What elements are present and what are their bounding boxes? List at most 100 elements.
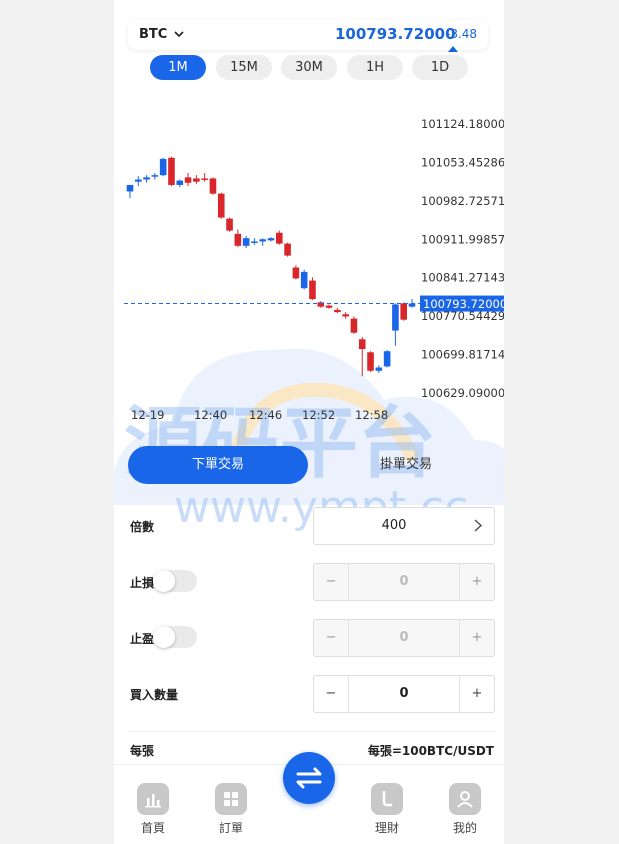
take-profit-value[interactable]: 0 — [348, 620, 460, 656]
candle-body — [143, 177, 150, 180]
candle-body — [259, 239, 267, 242]
interval-15m[interactable]: 15M — [216, 55, 272, 80]
x-tick-label: 12:58 — [355, 408, 388, 422]
quantity-minus-button[interactable]: − — [314, 676, 349, 712]
leverage-label: 倍數 — [130, 520, 155, 534]
quantity-value[interactable]: 0 — [348, 676, 460, 712]
tab-limit-order[interactable]: 掛單交易 — [318, 446, 494, 484]
candle-body — [267, 238, 275, 241]
y-tick-label: 100841.27143 — [421, 271, 504, 285]
stop-loss-toggle[interactable] — [153, 570, 197, 592]
candle-body — [176, 180, 184, 185]
candle-body — [201, 178, 208, 180]
interval-1m[interactable]: 1M — [150, 55, 206, 80]
candle-body — [234, 233, 242, 246]
quantity-stepper: − 0 + — [313, 675, 495, 713]
candle-body — [350, 318, 358, 333]
candle-body — [325, 305, 333, 308]
take-profit-row: 止盈 − 0 + — [130, 619, 495, 657]
candle-body — [400, 303, 408, 320]
candle-body — [334, 309, 341, 313]
x-tick-label: 12:40 — [194, 408, 227, 422]
y-tick-label: 100982.72571 — [421, 194, 504, 208]
stop-loss-value[interactable]: 0 — [348, 564, 460, 600]
nav-profile[interactable]: 我的 — [440, 783, 490, 836]
candle-body — [168, 157, 175, 185]
take-profit-plus-button[interactable]: + — [459, 620, 494, 656]
chevron-down-icon — [174, 31, 184, 38]
y-tick-label: 100911.99857 — [421, 232, 504, 246]
candle-body — [284, 243, 291, 256]
interval-1h[interactable]: 1H — [347, 55, 403, 80]
per-lot-label: 每張 — [130, 744, 155, 758]
tab-market-order[interactable]: 下單交易 — [128, 446, 308, 484]
candle-body — [193, 178, 200, 182]
stop-loss-stepper: − 0 + — [313, 563, 495, 601]
arrow-up-icon — [448, 45, 458, 52]
candle-body — [126, 184, 134, 192]
clock-icon — [371, 783, 403, 815]
symbol-selector[interactable]: BTC — [139, 27, 184, 42]
interval-tabs: 1M 15M 30M 1H 1D — [150, 55, 470, 81]
quantity-label: 買入數量 — [130, 688, 179, 702]
leverage-value: 400 — [381, 518, 407, 533]
take-profit-stepper: − 0 + — [313, 619, 495, 657]
candle-body — [342, 314, 349, 317]
grid-icon — [215, 783, 247, 815]
nav-home-label: 首頁 — [140, 821, 165, 835]
leverage-row: 倍數 400 — [130, 507, 495, 545]
candle-body — [184, 177, 192, 183]
candle-body — [242, 238, 250, 246]
leverage-selector[interactable]: 400 — [313, 507, 495, 545]
trade-tabs: 下單交易 掛單交易 — [128, 446, 494, 484]
ticker-header: BTC 100793.72000 -3.48 — [128, 20, 488, 52]
nav-home[interactable]: 首頁 — [128, 783, 178, 836]
y-tick-label: 100629.09000 — [421, 386, 504, 400]
nav-orders[interactable]: 訂單 — [206, 783, 256, 836]
nav-profile-label: 我的 — [452, 821, 477, 835]
interval-30m[interactable]: 30M — [281, 55, 337, 80]
candle-body — [159, 158, 167, 176]
nav-finance[interactable]: 理財 — [362, 783, 412, 836]
candle-body — [226, 218, 233, 231]
take-profit-minus-button[interactable]: − — [314, 620, 349, 656]
symbol-label: BTC — [139, 27, 168, 42]
stop-loss-minus-button[interactable]: − — [314, 564, 349, 600]
current-price-label: 100793.72000 — [423, 297, 504, 311]
take-profit-toggle[interactable] — [153, 626, 197, 648]
candlestick-chart[interactable]: 101124.18000 101053.45286 100982.72571 1009… — [114, 105, 504, 425]
x-tick-label: 12:46 — [249, 408, 282, 422]
candle-body — [209, 178, 217, 194]
candle-body — [251, 241, 258, 243]
divider — [130, 731, 494, 732]
candle-body — [358, 339, 366, 350]
candle-body — [392, 304, 399, 331]
candle-body — [151, 175, 159, 177]
price-change: -3.48 — [446, 27, 488, 55]
quantity-row: 買入數量 − 0 + — [130, 675, 495, 713]
candle-body — [317, 302, 325, 307]
swap-arrows-icon — [296, 767, 322, 789]
interval-1d[interactable]: 1D — [412, 55, 468, 80]
candle-body — [134, 179, 142, 182]
y-tick-label: 101053.45286 — [421, 155, 504, 169]
candle-body — [367, 352, 374, 371]
take-profit-label: 止盈 — [130, 632, 155, 646]
nav-finance-label: 理財 — [374, 821, 399, 835]
swap-trade-button[interactable] — [283, 752, 335, 804]
y-tick-label: 100699.81714 — [421, 348, 504, 362]
y-tick-label: 101124.18000 — [421, 117, 504, 131]
phone-screen: 源码平台 www.ympt.cc BTC 100793.72000 -3.48 … — [114, 0, 504, 844]
stop-loss-row: 止損 − 0 + — [130, 563, 495, 601]
chart-bar-icon — [137, 783, 169, 815]
quantity-plus-button[interactable]: + — [459, 676, 494, 712]
per-lot-value: 每張=100BTC/USDT — [367, 744, 494, 758]
toggle-knob — [153, 626, 175, 648]
candle-body — [375, 367, 383, 371]
price-change-value: -3.48 — [446, 27, 478, 41]
x-tick-label: 12:52 — [302, 408, 335, 422]
candle-body — [309, 280, 316, 300]
stop-loss-plus-button[interactable]: + — [459, 564, 494, 600]
candle-body — [292, 267, 300, 279]
candle-body — [383, 351, 391, 367]
